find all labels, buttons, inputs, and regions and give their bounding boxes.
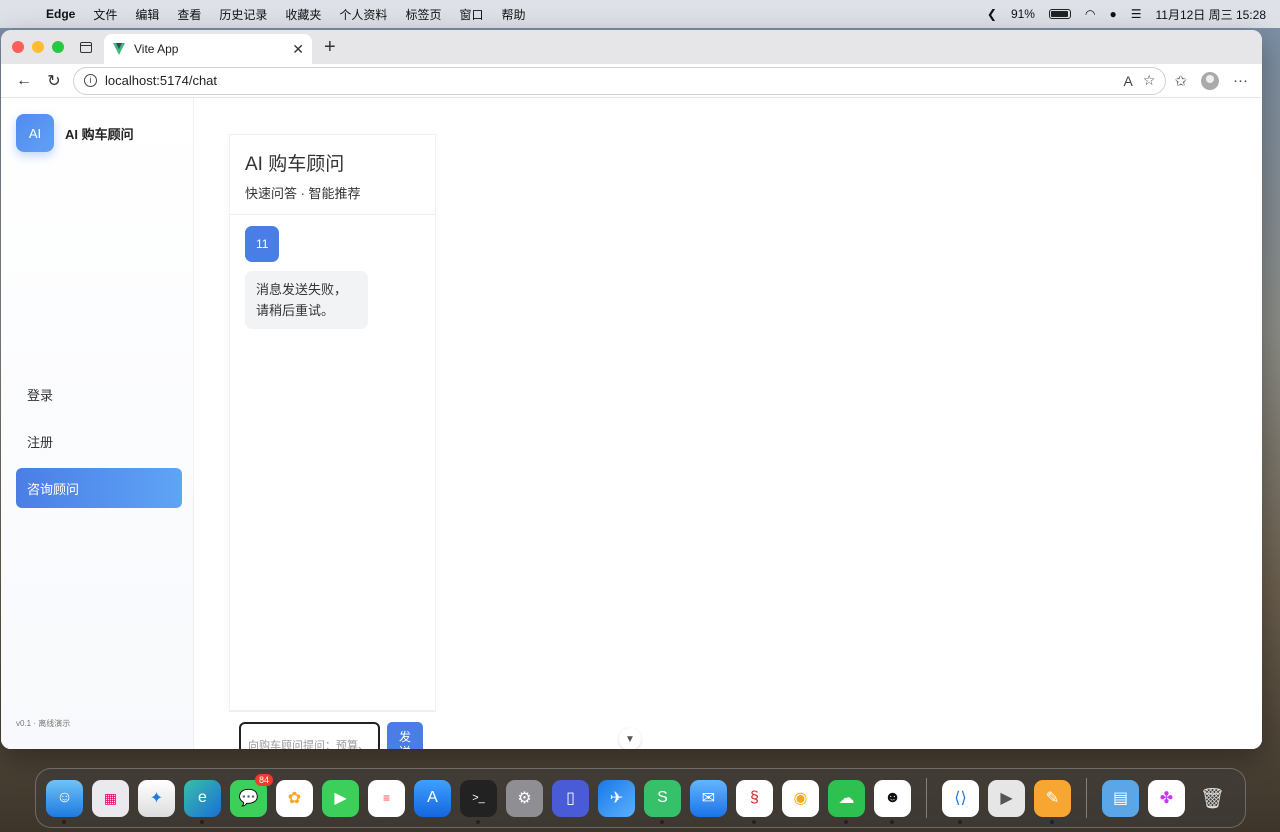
- favorite-star-icon[interactable]: ☆: [1143, 72, 1156, 89]
- url-field[interactable]: i localhost:5174/chat A ☆: [73, 66, 1167, 95]
- sidebar-nav: 登录 注册 咨询顾问: [16, 374, 182, 515]
- page: AI AI 购车顾问 登录 注册 咨询顾问 v0.1 · 离线演示 AI 购车顾…: [1, 98, 1262, 749]
- menu-edit[interactable]: 编辑: [135, 6, 159, 23]
- system-settings-icon[interactable]: ⚙: [506, 779, 543, 817]
- sidebar-item-register[interactable]: 注册: [16, 421, 182, 461]
- favorites-icon[interactable]: ✩: [1174, 72, 1187, 90]
- address-bar: ← ↻ i localhost:5174/chat A ☆ ✩ ···: [1, 64, 1262, 98]
- launchpad-icon[interactable]: ▦: [92, 779, 129, 817]
- menu-view[interactable]: 查看: [177, 6, 201, 23]
- dock-separator: [926, 778, 927, 818]
- terminal-icon[interactable]: >_: [460, 779, 497, 824]
- wifi-icon[interactable]: ◠: [1085, 7, 1095, 21]
- menu-tabs[interactable]: 标签页: [405, 6, 441, 23]
- siri-icon[interactable]: ●: [1109, 7, 1116, 21]
- zoom-window-button[interactable]: [52, 41, 64, 53]
- pages-icon[interactable]: ✎: [1034, 779, 1071, 824]
- menu-app-name[interactable]: Edge: [46, 7, 75, 21]
- brand: AI AI 购车顾问: [16, 114, 134, 152]
- user-message: 11: [245, 226, 280, 262]
- menu-history[interactable]: 历史记录: [219, 6, 267, 23]
- app-icon-2[interactable]: ▶: [988, 779, 1025, 817]
- browser-window: Vite App ✕ + ← ↻ i localhost:5174/chat A…: [1, 30, 1262, 749]
- chevron-left-icon[interactable]: ❮: [987, 7, 997, 21]
- dock: ☺ ▦ ✦ e 💬 84 ✿ ▶ ≡ A >_ ⚙ ▯ ✈ S ✉ § ◉ ☁ ☻…: [35, 768, 1246, 828]
- new-tab-icon[interactable]: +: [324, 36, 336, 59]
- chat-subtitle: 快速问答 · 智能推荐: [245, 186, 361, 201]
- reminders-icon[interactable]: ≡: [368, 779, 405, 817]
- brand-name: AI 购车顾问: [65, 126, 134, 142]
- back-icon[interactable]: ←: [9, 72, 39, 90]
- sidebar-item-login[interactable]: 登录: [16, 374, 182, 414]
- finder-icon[interactable]: ☺: [46, 779, 83, 824]
- reload-icon[interactable]: ↻: [39, 71, 69, 91]
- clock[interactable]: 11月12日 周三 15:28: [1155, 6, 1266, 23]
- tab-title: Vite App: [134, 42, 179, 56]
- composer: 向购车顾问提问：预算、 发送: [229, 711, 436, 749]
- send-button[interactable]: 发送: [387, 722, 423, 749]
- menu-bar: Edge 文件 编辑 查看 历史记录 收藏夹 个人资料 标签页 窗口 帮助 ❮ …: [0, 0, 1280, 28]
- vscode-icon[interactable]: ⟨⟩: [942, 779, 979, 824]
- messages-badge: 84: [254, 773, 273, 786]
- read-aloud-icon[interactable]: A: [1124, 73, 1133, 89]
- main-content: AI 购车顾问 快速问答 · 智能推荐 11 消息发送失败，请稍后重试。 向购车…: [194, 98, 1262, 749]
- menu-profile[interactable]: 个人资料: [339, 6, 387, 23]
- app-icon[interactable]: §: [736, 779, 773, 824]
- menu-favorites[interactable]: 收藏夹: [285, 6, 321, 23]
- xcode-icon[interactable]: ✈: [598, 779, 635, 817]
- menu-window[interactable]: 窗口: [459, 6, 483, 23]
- trash-icon[interactable]: 🗑: [1194, 780, 1231, 817]
- sidebar-item-consult[interactable]: 咨询顾问: [16, 468, 182, 508]
- sidebar: AI AI 购车顾问 登录 注册 咨询顾问 v0.1 · 离线演示: [1, 98, 194, 749]
- tab-bar: Vite App ✕ +: [1, 30, 1262, 64]
- chat-panel: AI 购车顾问 快速问答 · 智能推荐 11 消息发送失败，请稍后重试。: [229, 134, 436, 711]
- scroll-down-icon[interactable]: ▼: [619, 728, 641, 749]
- app-store-icon[interactable]: A: [414, 779, 451, 817]
- brand-logo: AI: [16, 114, 54, 152]
- chrome-like-icon[interactable]: ◉: [782, 779, 819, 817]
- simulator-icon[interactable]: ▯: [552, 779, 589, 817]
- wechat-icon[interactable]: ☁: [828, 779, 865, 824]
- url-text[interactable]: localhost:5174/chat: [105, 73, 1114, 88]
- safari-icon[interactable]: ✦: [138, 779, 175, 817]
- menu-file[interactable]: 文件: [93, 6, 117, 23]
- edge-icon[interactable]: e: [184, 779, 221, 824]
- folder-icon[interactable]: ▤: [1102, 779, 1139, 817]
- bot-message: 消息发送失败，请稍后重试。: [245, 271, 368, 329]
- profile-avatar-icon[interactable]: [1201, 71, 1219, 90]
- chat-header: AI 购车顾问 快速问答 · 智能推荐: [230, 135, 435, 215]
- menu-help[interactable]: 帮助: [501, 6, 525, 23]
- messages-icon[interactable]: 💬 84: [230, 773, 273, 817]
- dock-separator-2: [1086, 778, 1087, 818]
- battery-icon[interactable]: [1048, 9, 1071, 19]
- qq-icon[interactable]: ☻: [874, 779, 911, 824]
- vite-logo-icon: [113, 43, 125, 55]
- more-menu-icon[interactable]: ···: [1233, 72, 1248, 89]
- tab-actions-icon[interactable]: [80, 41, 92, 53]
- minimize-window-button[interactable]: [32, 41, 44, 53]
- control-center-icon[interactable]: ☰: [1131, 7, 1142, 21]
- battery-percent: 91%: [1010, 7, 1035, 21]
- app-icon-3[interactable]: ✤: [1148, 779, 1185, 817]
- facetime-icon[interactable]: ▶: [322, 779, 359, 817]
- close-tab-icon[interactable]: ✕: [292, 41, 304, 58]
- tab-vite-app[interactable]: Vite App ✕: [104, 34, 312, 64]
- version-label: v0.1 · 离线演示: [16, 719, 71, 728]
- photos-icon[interactable]: ✿: [276, 779, 313, 817]
- wps-icon[interactable]: S: [644, 779, 681, 824]
- chat-title: AI 购车顾问: [245, 154, 345, 175]
- chat-input[interactable]: 向购车顾问提问：预算、: [239, 722, 380, 749]
- traffic-lights: [1, 41, 64, 53]
- mail-icon[interactable]: ✉: [690, 779, 727, 817]
- close-window-button[interactable]: [12, 41, 24, 53]
- message-list: 11 消息发送失败，请稍后重试。: [230, 215, 435, 340]
- site-info-icon[interactable]: i: [84, 74, 97, 87]
